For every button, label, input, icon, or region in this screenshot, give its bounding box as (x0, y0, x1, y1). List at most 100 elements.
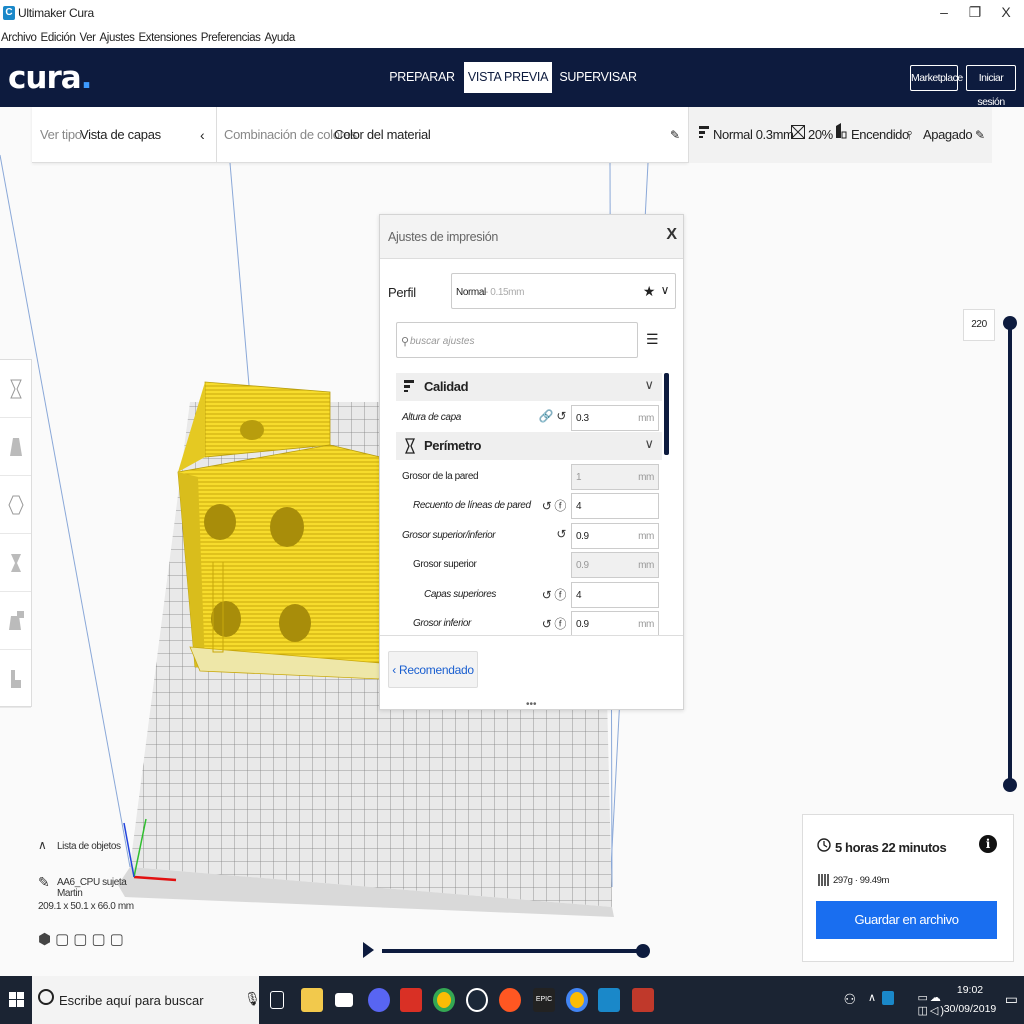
top-view-icon[interactable]: ▢ (73, 931, 91, 948)
taskbar-search[interactable]: Escribe aquí para buscar 🎙 (32, 976, 261, 1024)
bottom-thickness-input[interactable]: 0.9 mm (571, 611, 659, 635)
cura-logo: cura. (8, 60, 92, 96)
cura-app-icon: C (3, 6, 15, 20)
mail-icon[interactable] (335, 993, 353, 1007)
layer-slider-top-handle[interactable] (1003, 316, 1017, 330)
tab-preparar[interactable]: PREPARAR (386, 62, 458, 93)
left-view-icon[interactable]: ▢ (91, 931, 109, 948)
adhesion-summary: Apagado (923, 127, 973, 142)
steam-icon[interactable] (466, 988, 488, 1012)
right-view-icon[interactable]: ▢ (110, 931, 128, 948)
minimize-button[interactable]: – (934, 4, 954, 20)
notifications-icon[interactable]: ▭ (1005, 991, 1018, 1008)
reset-info-icons[interactable]: ↺ ⓕ (542, 586, 567, 603)
clock-date: 30/09/2019 (943, 1003, 997, 1015)
top-thickness-input[interactable]: 0.9 mm (571, 552, 659, 578)
chevron-down-icon: ∨ (660, 283, 670, 297)
print-setup-bar[interactable]: Normal 0.3mm 20% Encendido ⫯ Apagado ✎ (688, 107, 992, 163)
maximize-button[interactable]: ❐ (965, 4, 985, 21)
value: 0.9 (576, 619, 589, 630)
menu-ajustes[interactable]: Ajustes (100, 28, 135, 48)
setting-row: Grosor superior 0.9 mm (396, 549, 662, 579)
info-icon[interactable]: i (979, 835, 997, 853)
chrome-canary-icon[interactable] (566, 988, 588, 1012)
view-type-label: Ver tipo (40, 127, 82, 142)
layer-slider-bottom-handle[interactable] (1003, 778, 1017, 792)
task-view-icon[interactable] (270, 991, 284, 1009)
cura-tray-icon[interactable] (882, 991, 894, 1005)
category-quality[interactable]: Calidad ∨ (396, 373, 662, 401)
3d-view-icon[interactable]: ⬢ (38, 931, 55, 948)
top-layers-input[interactable]: 4 (571, 581, 659, 608)
chevron-down-icon: ∨ (644, 377, 654, 392)
login-button[interactable]: Iniciar sesión (966, 65, 1016, 108)
view-type-select[interactable]: Vista de capas (80, 107, 161, 163)
close-button[interactable]: X (996, 4, 1016, 20)
view-orientation-icons[interactable]: ⬢▢▢▢▢ (38, 930, 134, 948)
save-to-file-button[interactable]: Guardar en archivo (816, 901, 997, 939)
object-list-toggle[interactable]: ∧ Lista de objetos (38, 838, 134, 858)
people-icon[interactable]: ⚇ (843, 991, 856, 1008)
file-explorer-icon[interactable] (301, 988, 323, 1012)
move-tool-icon[interactable] (0, 360, 31, 418)
value: 0.9 (576, 530, 589, 542)
pencil-icon[interactable]: ✎ (975, 107, 985, 163)
rotate-tool-icon[interactable] (0, 476, 31, 534)
tab-vista-previa[interactable]: VISTA PREVIA (464, 62, 552, 93)
per-model-settings-icon[interactable] (0, 592, 31, 650)
layer-slider-track[interactable] (1008, 322, 1012, 788)
object-name-row[interactable]: ✎ AA6_CPU sujeta Martin (38, 874, 134, 899)
origin-icon[interactable] (499, 988, 521, 1012)
cura-taskbar-icon[interactable] (598, 988, 620, 1012)
close-panel-button[interactable]: X (666, 226, 677, 244)
layer-height-input[interactable]: 0.3 mm (571, 405, 659, 431)
category-label: Calidad (424, 379, 469, 394)
discord-icon[interactable] (368, 988, 390, 1012)
category-label: Perímetro (424, 437, 482, 453)
category-shell[interactable]: Perímetro ∨ (396, 431, 662, 460)
pencil-icon[interactable]: ✎ (670, 107, 680, 163)
reset-icon[interactable]: ↺ (556, 527, 566, 541)
menu-extensiones[interactable]: Extensiones (138, 28, 197, 48)
link-reset-icons[interactable]: 🔗 ↺ (539, 409, 567, 423)
show-hidden-icon[interactable]: ∧ (868, 991, 876, 1004)
support-summary: Encendido (851, 127, 909, 142)
menu-edicion[interactable]: Edición (41, 28, 76, 48)
menu-preferencias[interactable]: Preferencias (201, 28, 261, 48)
resize-grip[interactable]: ••• (526, 699, 537, 710)
windows-start-icon[interactable] (9, 992, 24, 1012)
divider (216, 107, 217, 163)
microphone-icon[interactable]: 🎙 (244, 991, 261, 1007)
gmail-icon[interactable] (400, 988, 422, 1012)
wall-line-count-input[interactable]: 4 (571, 493, 659, 519)
epic-games-icon[interactable]: EPIC (533, 988, 555, 1012)
mirror-tool-icon[interactable] (0, 534, 31, 592)
tab-supervisar[interactable]: SUPERVISAR (558, 62, 638, 93)
wall-thickness-input[interactable]: 1 mm (571, 463, 659, 490)
top-bottom-thickness-input[interactable]: 0.9 mm (571, 522, 659, 549)
reset-info-icons[interactable]: ↺ ⓕ (542, 615, 567, 632)
path-slider-track[interactable] (382, 949, 644, 953)
scale-tool-icon[interactable] (0, 418, 31, 476)
menu-ver[interactable]: Ver (79, 28, 95, 48)
marketplace-button[interactable]: Marketplace (910, 65, 963, 91)
chrome-icon[interactable] (433, 988, 455, 1012)
path-slider-handle[interactable] (636, 944, 650, 958)
profile-dropdown[interactable]: Normal - 0.15mm ★ ∨ (451, 273, 676, 309)
setting-label: Recuento de líneas de pared (413, 500, 531, 511)
support-blocker-icon[interactable] (0, 650, 31, 708)
fusion-icon[interactable] (632, 988, 654, 1012)
settings-menu-icon[interactable]: ☰ (646, 331, 659, 348)
layer-number-input[interactable]: 220 (963, 309, 995, 341)
menu-archivo[interactable]: Archivo (1, 28, 37, 48)
reset-info-icons[interactable]: ↺ ⓕ (542, 497, 567, 514)
recommended-button[interactable]: ‹ Recomendado (388, 651, 478, 688)
menu-ayuda[interactable]: Ayuda (264, 28, 295, 48)
settings-scrollbar[interactable] (664, 373, 669, 455)
play-button-icon[interactable] (363, 942, 374, 958)
front-view-icon[interactable]: ▢ (55, 931, 73, 948)
logo-text: cura (8, 60, 82, 96)
color-scheme-select[interactable]: Color del material (334, 107, 431, 163)
collapse-chevron-icon[interactable]: ‹ (200, 107, 205, 163)
settings-search-input[interactable]: ⚲ buscar ajustes (396, 322, 638, 358)
